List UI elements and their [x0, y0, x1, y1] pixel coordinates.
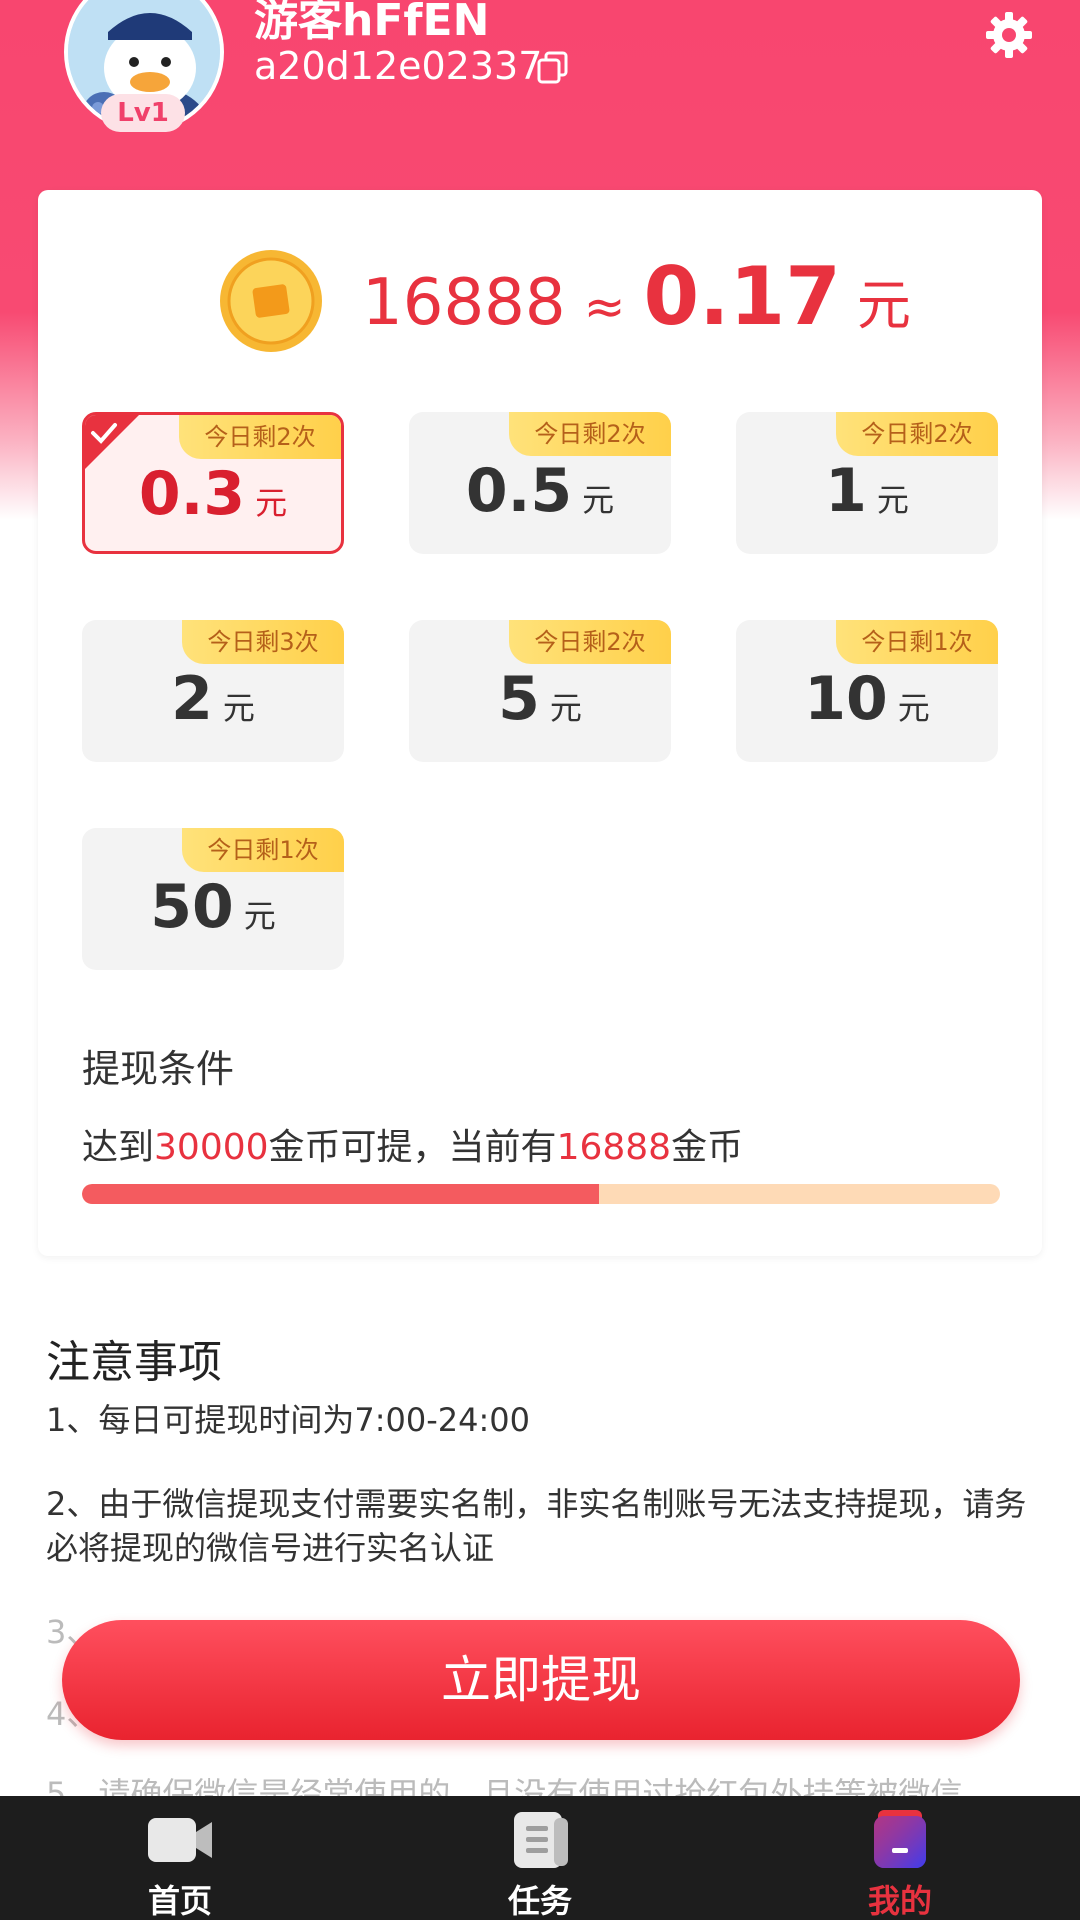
profile-icon — [874, 1810, 926, 1868]
username: 游客hFfEN — [254, 0, 490, 46]
note-item: 2、由于微信提现支付需要实名制，非实名制账号无法支持提现，请务必将提现的微信号进… — [46, 1485, 1027, 1567]
coin-progress-fill — [82, 1184, 599, 1204]
document-icon — [514, 1812, 568, 1868]
remaining-times-tag: 今日剩2次 — [179, 415, 341, 459]
yuan-balance: 0.17 — [643, 250, 841, 343]
coin-icon — [220, 250, 322, 352]
tab-label: 我的 — [867, 1882, 932, 1920]
option-amount: 0.5 — [465, 456, 573, 526]
condition-middle: 金币可提，当前有 — [268, 1127, 557, 1168]
withdraw-option-5[interactable]: 今日剩2次 5 元 — [409, 620, 671, 762]
withdraw-option-10[interactable]: 今日剩1次 10 元 — [736, 620, 998, 762]
option-amount: 0.3 — [138, 459, 246, 529]
tab-label: 任务 — [507, 1882, 572, 1920]
copy-icon[interactable] — [536, 50, 570, 84]
withdraw-now-button[interactable]: 立即提现 — [62, 1620, 1020, 1740]
condition-suffix: 金币 — [671, 1127, 744, 1168]
note-item: 1、每日可提现时间为7:00-24:00 — [46, 1401, 530, 1439]
remaining-times-tag: 今日剩3次 — [182, 620, 344, 664]
option-unit: 元 — [897, 689, 930, 727]
option-amount: 2 — [171, 664, 213, 734]
option-unit: 元 — [549, 689, 582, 727]
remaining-times-tag: 今日剩2次 — [836, 412, 998, 456]
remaining-times-tag: 今日剩2次 — [509, 620, 671, 664]
withdraw-option-1[interactable]: 今日剩2次 1 元 — [736, 412, 998, 554]
option-amount: 10 — [804, 664, 888, 734]
condition-target: 30000 — [154, 1127, 269, 1168]
tab-mine[interactable]: 我的 — [720, 1796, 1080, 1920]
remaining-times-tag: 今日剩2次 — [509, 412, 671, 456]
condition-text: 达到30000金币可提，当前有16888金币 — [82, 1118, 743, 1170]
option-amount: 5 — [498, 664, 540, 734]
gear-icon[interactable] — [984, 10, 1034, 60]
condition-prefix: 达到 — [82, 1127, 155, 1168]
option-unit: 元 — [255, 484, 288, 522]
withdraw-option-0-3[interactable]: 今日剩2次 0.3 元 — [82, 412, 344, 554]
tab-label: 首页 — [147, 1882, 212, 1920]
remaining-times-tag: 今日剩1次 — [182, 828, 344, 872]
withdraw-option-2[interactable]: 今日剩3次 2 元 — [82, 620, 344, 762]
coin-balance: 16888 — [362, 266, 566, 340]
withdraw-option-0-5[interactable]: 今日剩2次 0.5 元 — [409, 412, 671, 554]
remaining-times-tag: 今日剩1次 — [836, 620, 998, 664]
coin-progress-bar — [82, 1184, 1000, 1204]
option-unit: 元 — [222, 689, 255, 727]
option-unit: 元 — [243, 897, 276, 935]
approx-sign: ≈ — [583, 278, 626, 336]
option-unit: 元 — [876, 481, 909, 519]
user-id: a20d12e02337 — [254, 44, 543, 88]
level-badge: Lv1 — [101, 94, 185, 132]
withdraw-option-50[interactable]: 今日剩1次 50 元 — [82, 828, 344, 970]
option-amount: 50 — [150, 872, 234, 942]
condition-current: 16888 — [556, 1127, 672, 1168]
notes-title: 注意事项 — [46, 1337, 222, 1388]
tab-home[interactable]: 首页 — [0, 1796, 360, 1920]
video-icon — [148, 1818, 212, 1862]
bottom-tab-bar: 首页 任务 我的 — [0, 1796, 1080, 1920]
option-unit: 元 — [582, 481, 615, 519]
option-amount: 1 — [825, 456, 867, 526]
yuan-unit: 元 — [856, 274, 911, 337]
balance-display: 16888 ≈ 0.17 元 — [362, 250, 911, 350]
tab-tasks[interactable]: 任务 — [360, 1796, 720, 1920]
withdraw-card: 16888 ≈ 0.17 元 今日剩2次 0.3 元 今日剩2次 0.5 元 今… — [38, 190, 1042, 1256]
condition-title: 提现条件 — [82, 1047, 235, 1091]
